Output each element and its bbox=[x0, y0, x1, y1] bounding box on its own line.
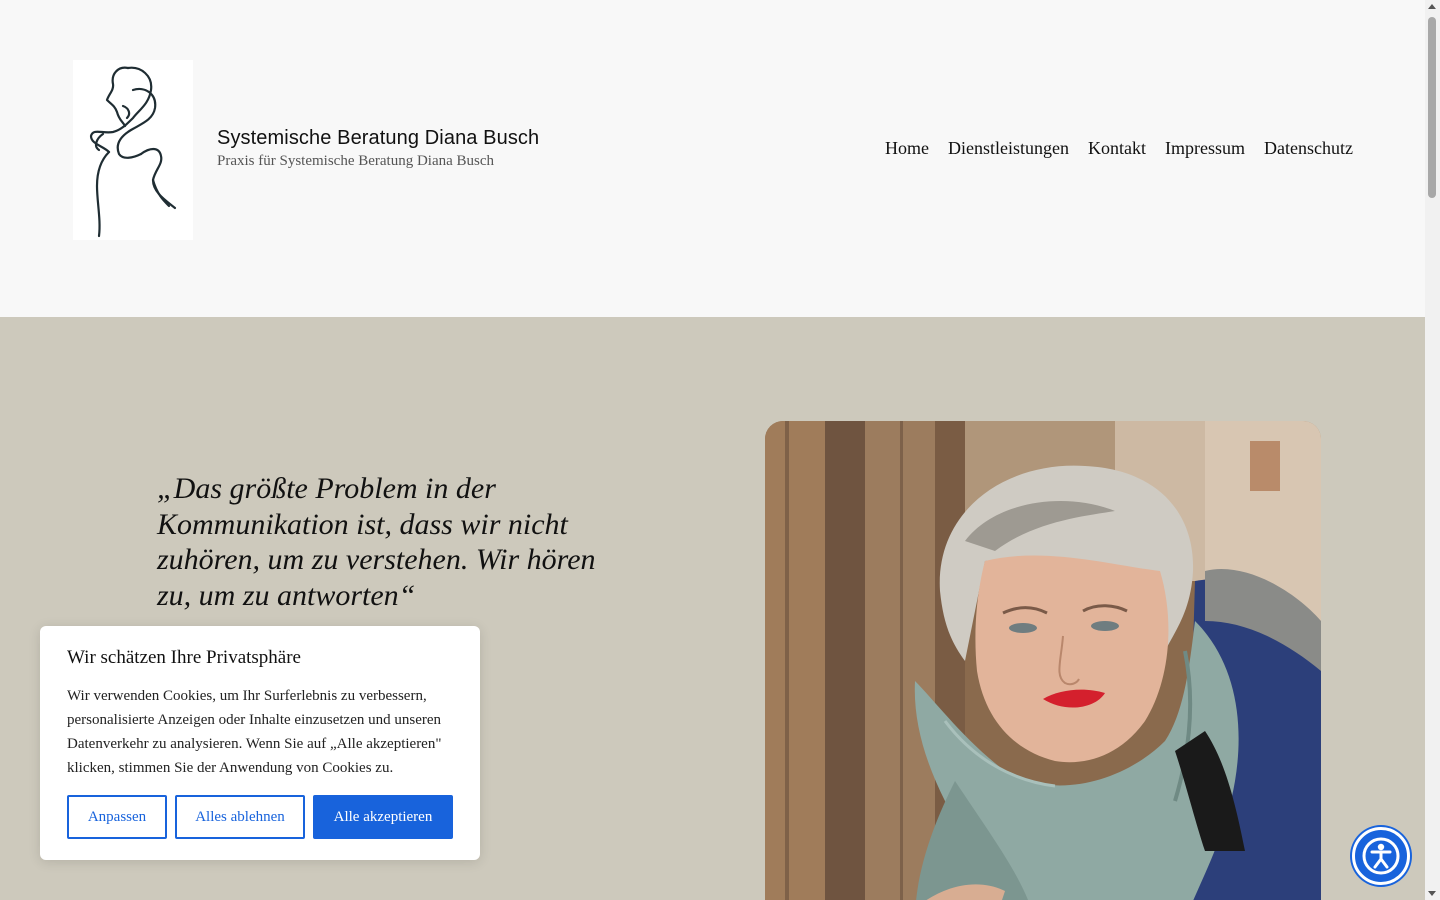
nav-item-datenschutz[interactable]: Datenschutz bbox=[1264, 138, 1353, 159]
page-scrollbar[interactable] bbox=[1425, 0, 1440, 900]
hero-quote: „Das größte Problem in der Kommunikation… bbox=[157, 472, 596, 612]
nav-item-dienstleistungen[interactable]: Dienstleistungen bbox=[948, 138, 1069, 159]
line-drawing-woman-logo-icon bbox=[89, 66, 177, 238]
reject-all-button[interactable]: Alles ablehnen bbox=[175, 795, 305, 839]
cookie-banner-title: Wir schätzen Ihre Privatsphäre bbox=[67, 647, 301, 668]
site-header: Systemische Beratung Diana Busch Praxis … bbox=[0, 0, 1425, 317]
cookie-banner-text: Wir verwenden Cookies, um Ihr Surferlebn… bbox=[67, 688, 442, 776]
accessibility-button[interactable] bbox=[1352, 827, 1410, 885]
main-nav: Home Dienstleistungen Kontakt Impressum … bbox=[885, 138, 1353, 159]
cookie-consent-banner: Wir schätzen Ihre Privatsphäre Wir verwe… bbox=[40, 626, 480, 860]
site-title[interactable]: Systemische Beratung Diana Busch bbox=[217, 127, 539, 150]
cookie-banner-buttons: Anpassen Alles ablehnen Alle akzeptieren bbox=[67, 795, 453, 839]
nav-item-home[interactable]: Home bbox=[885, 138, 929, 159]
scroll-up-icon[interactable] bbox=[1428, 4, 1436, 9]
nav-item-impressum[interactable]: Impressum bbox=[1165, 138, 1245, 159]
site-logo[interactable] bbox=[73, 60, 193, 240]
accept-all-button[interactable]: Alle akzeptieren bbox=[313, 795, 453, 839]
site-tagline: Praxis für Systemische Beratung Diana Bu… bbox=[217, 153, 495, 169]
page: Systemische Beratung Diana Busch Praxis … bbox=[0, 0, 1425, 900]
scrollbar-thumb[interactable] bbox=[1428, 17, 1436, 198]
accessibility-icon bbox=[1362, 837, 1400, 875]
portrait-photo bbox=[765, 421, 1321, 900]
customize-button[interactable]: Anpassen bbox=[67, 795, 167, 839]
nav-item-kontakt[interactable]: Kontakt bbox=[1088, 138, 1146, 159]
portrait-illustration bbox=[765, 421, 1321, 900]
scroll-down-icon[interactable] bbox=[1428, 891, 1436, 896]
